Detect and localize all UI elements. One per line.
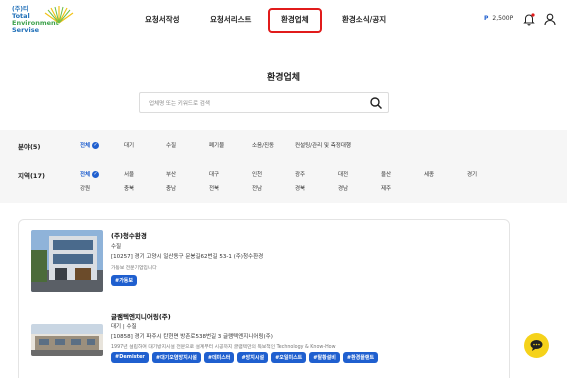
sun-logo-icon: [44, 6, 74, 24]
company-card[interactable]: (주)청수환경 수질 [10257] 경기 고양시 일산동구 문봉길62번길 5…: [31, 228, 491, 303]
filter-field-air[interactable]: 대기: [124, 141, 134, 149]
filter-region-sejong[interactable]: 세종: [424, 170, 434, 178]
filter-region-incheon[interactable]: 인천: [252, 170, 262, 178]
check-icon: ✓: [92, 171, 100, 178]
filter-region-chungbuk[interactable]: 충북: [124, 184, 134, 192]
filter-field-all[interactable]: 전체 ✓: [80, 141, 100, 149]
filter-region-busan[interactable]: 부산: [166, 170, 176, 178]
company-description: 1997년 설립하여 대기방지시설 전문으로 설계부터 시공까지 글램텍만의 독…: [111, 345, 336, 350]
tag-chip[interactable]: #방지시설: [237, 352, 269, 363]
nav-request-list[interactable]: 요청서리스트: [210, 14, 251, 25]
filter-region-seoul[interactable]: 서울: [124, 170, 134, 178]
chat-button[interactable]: [524, 333, 549, 358]
company-description: 가동보 전문기업입니다: [111, 266, 157, 271]
point-value: 2,500P: [492, 15, 514, 22]
logo-line-service: Servise: [12, 26, 40, 34]
company-category: 수질: [111, 244, 122, 250]
filter-region-gyeonggi[interactable]: 경기: [467, 170, 477, 178]
tag-chip[interactable]: #환경플랜트: [342, 352, 379, 363]
tag-chip[interactable]: #가동보: [111, 275, 137, 286]
nav-env-news[interactable]: 환경소식/공지: [342, 14, 386, 25]
search-input[interactable]: 업체명 또는 키워드로 검색: [149, 99, 210, 107]
company-category: 대기 | 수질: [111, 324, 137, 330]
logo[interactable]: (주)티 Total Environment Servise: [12, 6, 74, 38]
tag-chip[interactable]: #오일미스트: [271, 352, 307, 363]
header: (주)티 Total Environment Servise 요청서작성 요청서…: [0, 0, 567, 42]
filter-region-gyeongnam[interactable]: 경남: [338, 184, 348, 192]
company-address: [10257] 경기 고양시 일산동구 문봉길62번길 53-1 (주)청수환경: [111, 254, 264, 260]
company-name[interactable]: (주)청수환경: [111, 230, 147, 240]
filter-region-jeju[interactable]: 제주: [381, 184, 391, 192]
company-card[interactable]: 글램텍엔지니어링(주) 대기 | 수질 [10858] 경기 파주시 탄현면 방…: [31, 310, 491, 378]
nav-request-write[interactable]: 요청서작성: [145, 14, 180, 25]
filter-region-jeonnam[interactable]: 전남: [252, 184, 262, 192]
company-photo[interactable]: [31, 230, 103, 292]
company-name[interactable]: 글램텍엔지니어링(주): [111, 311, 171, 321]
filter-region-gyeongbuk[interactable]: 경북: [295, 184, 305, 192]
check-icon: ✓: [92, 142, 100, 149]
filter-region-label: 지역(17): [18, 172, 45, 180]
page-title: 환경업체: [266, 73, 301, 83]
tag-chip[interactable]: #데미스터: [203, 352, 235, 363]
point-symbol: P: [484, 15, 489, 22]
filter-region-daegu[interactable]: 대구: [209, 170, 219, 178]
nav-active-highlight: [268, 8, 322, 33]
filter-field-consulting[interactable]: 컨설팅/관리 및 측정대행: [295, 141, 351, 149]
filter-region-gangwon[interactable]: 강원: [80, 184, 90, 192]
user-icon[interactable]: [543, 12, 557, 26]
filter-region-all[interactable]: 전체 ✓: [80, 170, 100, 178]
tag-chip[interactable]: #Demister: [111, 352, 149, 363]
filter-panel: 분야(5) 전체 ✓ 대기 수질 폐기물 소음/진동 컨설팅/관리 및 측정대행 …: [0, 130, 567, 203]
filter-region-all-label: 전체: [80, 172, 91, 178]
filter-field-label: 분야(5): [18, 143, 41, 151]
filter-field-waste[interactable]: 폐기물: [209, 141, 224, 149]
company-tags: #Demister #대기오염방지시설 #데미스터 #방지시설 #오일미스트 #…: [111, 352, 379, 363]
search-box[interactable]: 업체명 또는 키워드로 검색: [139, 92, 389, 113]
filter-field-noise[interactable]: 소음/진동: [252, 141, 274, 149]
company-tags: #가동보: [111, 275, 137, 286]
chat-bubble-icon: [530, 340, 543, 351]
company-list: (주)청수환경 수질 [10257] 경기 고양시 일산동구 문봉길62번길 5…: [18, 219, 510, 378]
search-icon[interactable]: [369, 96, 383, 110]
company-address: [10858] 경기 파주시 탄현면 방촌로538번길 3 글램텍엔지니어링(주…: [111, 334, 273, 340]
filter-region-ulsan[interactable]: 울산: [381, 170, 391, 178]
filter-region-chungnam[interactable]: 충남: [166, 184, 176, 192]
point-balance[interactable]: P 2,500P: [484, 15, 513, 22]
tag-chip[interactable]: #탈황설비: [309, 352, 340, 363]
filter-field-all-label: 전체: [80, 143, 91, 149]
filter-field-water[interactable]: 수질: [166, 141, 176, 149]
tag-chip[interactable]: #대기오염방지시설: [151, 352, 201, 363]
filter-region-gwangju[interactable]: 광주: [295, 170, 305, 178]
company-photo[interactable]: [31, 324, 103, 356]
bell-icon[interactable]: [522, 12, 536, 26]
filter-region-jeonbuk[interactable]: 전북: [209, 184, 219, 192]
filter-region-daejeon[interactable]: 대전: [338, 170, 348, 178]
